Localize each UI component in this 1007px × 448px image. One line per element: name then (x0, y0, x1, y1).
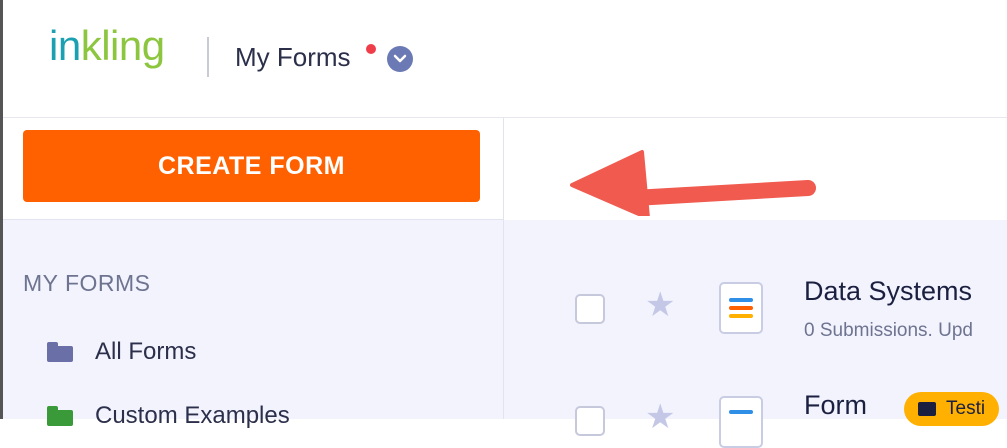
sidebar-item-label: Custom Examples (95, 402, 290, 429)
sidebar-item-all-forms[interactable]: All Forms (47, 338, 196, 366)
star-icon[interactable]: ★ (645, 288, 675, 322)
sidebar-section-title: MY FORMS (23, 270, 151, 296)
select-checkbox[interactable] (575, 294, 605, 324)
sidebar: CREATE FORM MY FORMS All Forms Custom Ex… (3, 118, 504, 429)
form-title[interactable]: Data Systems (804, 276, 972, 307)
form-icon (719, 396, 763, 448)
form-title[interactable]: Form (804, 390, 867, 421)
form-list: ★ Data Systems 0 Submissions. Upd ★ Form… (504, 220, 1007, 448)
sidebar-item-label: All Forms (95, 338, 197, 365)
form-icon (719, 282, 763, 334)
folder-icon (918, 402, 936, 416)
star-icon[interactable]: ★ (645, 400, 675, 434)
chevron-down-icon[interactable] (387, 46, 413, 72)
folder-icon (47, 406, 73, 426)
top-header: inkling My Forms (3, 0, 1007, 118)
folder-icon (47, 342, 73, 362)
select-checkbox[interactable] (575, 406, 605, 436)
sidebar-item-custom-examples[interactable]: Custom Examples (47, 402, 290, 430)
create-form-area: CREATE FORM (3, 118, 503, 220)
create-form-button[interactable]: CREATE FORM (23, 130, 480, 202)
header-divider (207, 37, 209, 77)
page-title: My Forms (235, 42, 351, 72)
folder-tag[interactable]: Testi (904, 392, 1000, 426)
pointer-arrow-annotation (570, 150, 816, 216)
inkling-logo[interactable]: inkling (49, 22, 165, 82)
main-content: ★ Data Systems 0 Submissions. Upd ★ Form… (504, 118, 1007, 448)
form-submission-count: 0 Submissions. Upd (804, 320, 973, 341)
notification-dot (366, 44, 376, 54)
